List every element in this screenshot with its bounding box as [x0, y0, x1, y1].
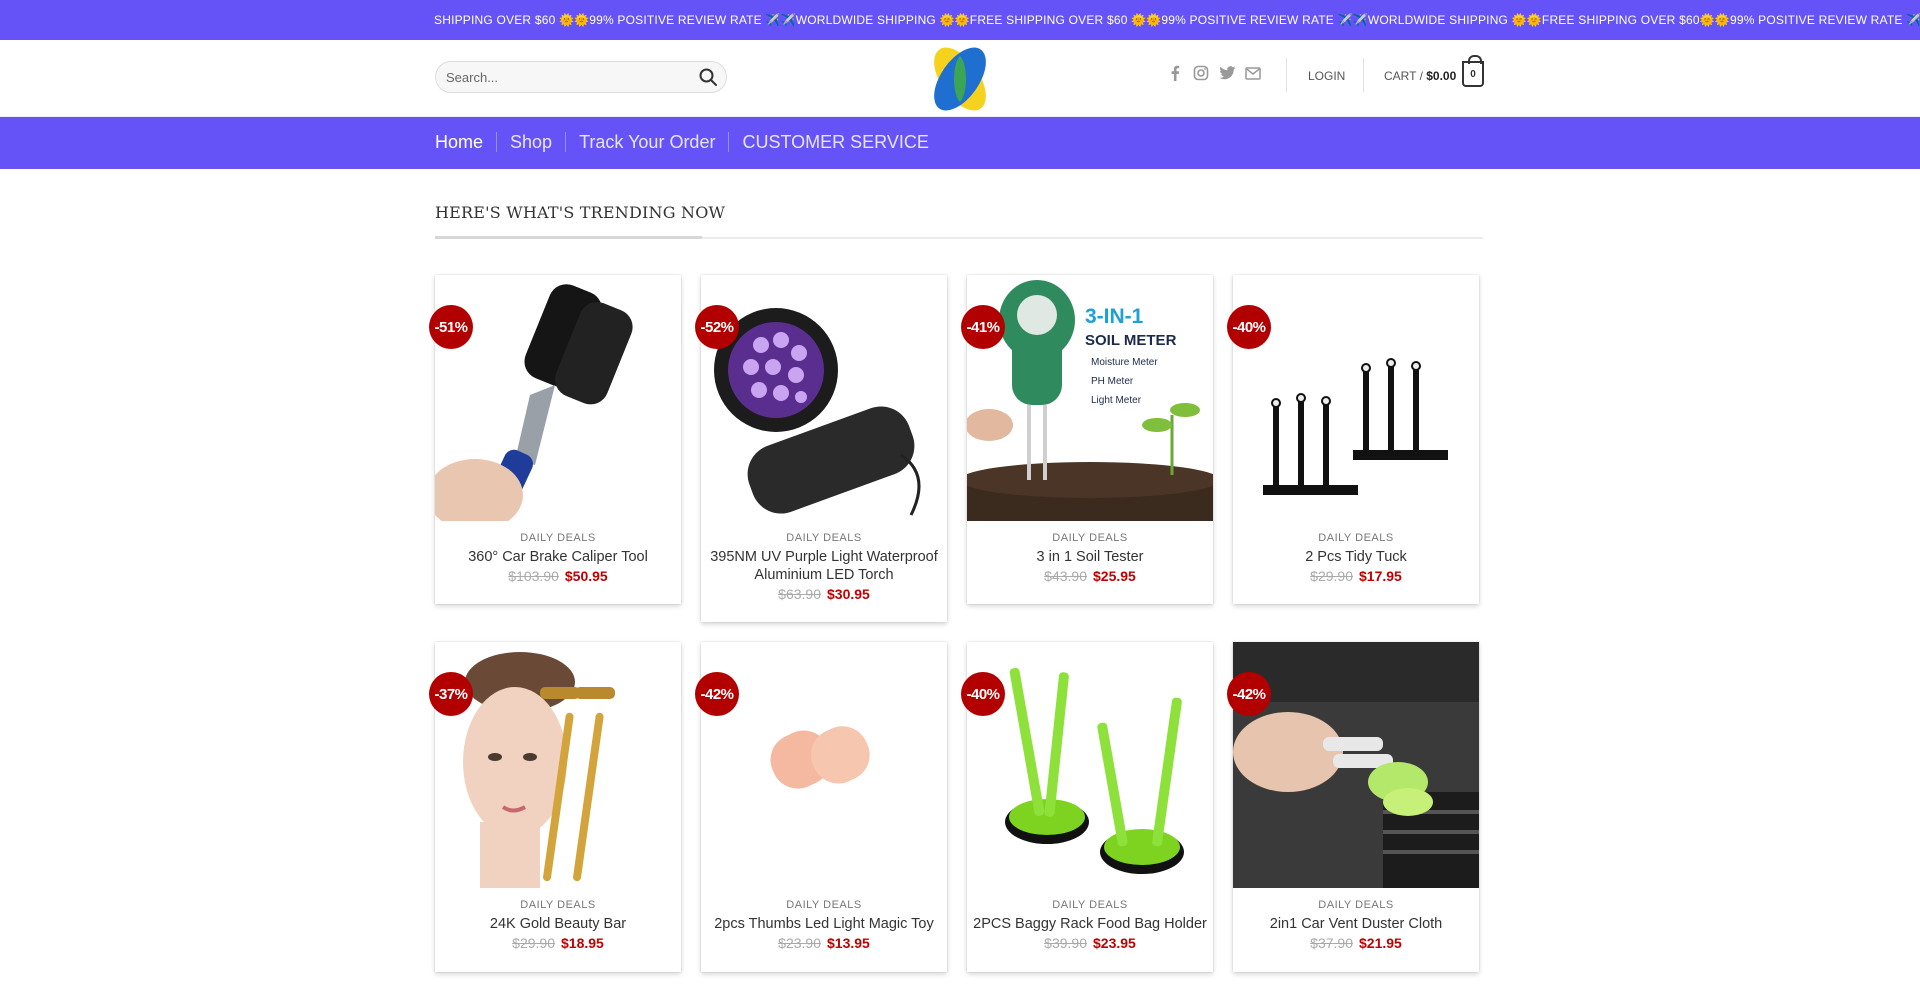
sale-badge: -51%	[429, 305, 473, 349]
product-price: $23.90 $13.95	[701, 935, 947, 951]
product-price: $29.90 $17.95	[1233, 568, 1479, 584]
product-category[interactable]: DAILY DEALS	[435, 899, 681, 911]
product-image[interactable]	[701, 642, 947, 888]
sale-price: $30.95	[827, 586, 870, 602]
product-card[interactable]: -40% DAILY DEALS 2 Pcs Tidy Tuck $29.90 $…	[1227, 275, 1479, 604]
product-card[interactable]: -42% DAILY DEALS 2in1 Car Vent Duster Cl…	[1227, 642, 1479, 972]
facebook-icon[interactable]	[1166, 64, 1184, 82]
section-divider-accent	[435, 236, 702, 239]
search-form	[435, 61, 727, 93]
product-image[interactable]	[967, 642, 1213, 888]
section-title: HERE'S WHAT'S TRENDING NOW	[435, 203, 726, 222]
site-header: LOGIN CART / $0.00 0	[0, 40, 1920, 117]
search-input[interactable]	[446, 62, 686, 92]
product-title[interactable]: 2PCS Baggy Rack Food Bag Holder	[973, 915, 1207, 933]
product-title[interactable]: 2in1 Car Vent Duster Cloth	[1239, 915, 1473, 933]
product-image[interactable]: 3-IN-1 SOIL METER Moisture Meter PH Mete…	[967, 275, 1213, 521]
product-card[interactable]: 3-IN-1 SOIL METER Moisture Meter PH Mete…	[961, 275, 1213, 604]
header-divider	[1286, 58, 1287, 92]
product-price: $29.90 $18.95	[435, 935, 681, 951]
product-category[interactable]: DAILY DEALS	[967, 532, 1213, 544]
nav-item-track-order[interactable]: Track Your Order	[565, 132, 728, 152]
product-card[interactable]: -37% DAILY DEALS 24K Gold Beauty Bar $29…	[429, 642, 681, 972]
site-logo[interactable]	[928, 42, 992, 116]
product-title[interactable]: 360° Car Brake Caliper Tool	[441, 548, 675, 566]
sale-price: $17.95	[1359, 568, 1402, 584]
login-link[interactable]: LOGIN	[1308, 69, 1345, 83]
product-title[interactable]: 395NM UV Purple Light Waterproof Alumini…	[707, 548, 941, 584]
original-price: $29.90	[1310, 568, 1353, 584]
header-divider	[1363, 58, 1364, 92]
search-button[interactable]	[698, 67, 718, 87]
product-image[interactable]	[435, 275, 681, 521]
cart-count-badge[interactable]: 0	[1462, 55, 1484, 87]
sale-price: $18.95	[561, 935, 604, 951]
image-feature: Moisture Meter	[1091, 357, 1158, 368]
sale-price: $50.95	[564, 568, 608, 584]
product-price: $63.90 $30.95	[701, 586, 947, 602]
product-image[interactable]	[701, 275, 947, 521]
product-image[interactable]	[1233, 642, 1479, 888]
product-card[interactable]: -52% DAILY DEALS 395NM UV Purple Light W…	[695, 275, 947, 622]
announcement-bar: SHIPPING OVER $60 🌞🌞99% POSITIVE REVIEW …	[0, 0, 1920, 40]
product-category[interactable]: DAILY DEALS	[967, 899, 1213, 911]
product-category[interactable]: DAILY DEALS	[1233, 899, 1479, 911]
cart-label: CART /	[1384, 69, 1423, 83]
sale-badge: -52%	[695, 305, 739, 349]
sale-badge: -42%	[695, 672, 739, 716]
image-feature: PH Meter	[1091, 376, 1134, 387]
product-category[interactable]: DAILY DEALS	[701, 532, 947, 544]
email-icon[interactable]	[1244, 64, 1262, 82]
sale-price: $13.95	[827, 935, 870, 951]
product-title[interactable]: 2pcs Thumbs Led Light Magic Toy	[707, 915, 941, 933]
announcement-ticker: SHIPPING OVER $60 🌞🌞99% POSITIVE REVIEW …	[434, 13, 1920, 27]
product-category[interactable]: DAILY DEALS	[1233, 532, 1479, 544]
product-card[interactable]: -42% DAILY DEALS 2pcs Thumbs Led Light M…	[695, 642, 947, 972]
product-category[interactable]: DAILY DEALS	[435, 532, 681, 544]
product-category[interactable]: DAILY DEALS	[701, 899, 947, 911]
nav-item-customer-service[interactable]: CUSTOMER SERVICE	[728, 132, 941, 152]
original-price: $39.90	[1044, 935, 1087, 951]
sale-badge: -40%	[961, 672, 1005, 716]
product-title[interactable]: 24K Gold Beauty Bar	[441, 915, 675, 933]
sale-price: $21.95	[1359, 935, 1402, 951]
search-icon	[699, 68, 717, 86]
sale-price: $23.95	[1093, 935, 1136, 951]
sale-badge: -42%	[1227, 672, 1271, 716]
product-title[interactable]: 3 in 1 Soil Tester	[973, 548, 1207, 566]
instagram-icon[interactable]	[1192, 64, 1210, 82]
image-subheadline: SOIL METER	[1085, 332, 1177, 349]
nav-item-home[interactable]: Home	[435, 132, 496, 152]
product-price: $103.90 $50.95	[435, 568, 681, 584]
product-price: $39.90 $23.95	[967, 935, 1213, 951]
image-headline: 3-IN-1	[1085, 305, 1144, 328]
original-price: $63.90	[778, 586, 821, 602]
cart-total: $0.00	[1426, 69, 1457, 83]
sale-price: $25.95	[1093, 568, 1136, 584]
twitter-icon[interactable]	[1218, 64, 1236, 82]
cart-link[interactable]: CART / $0.00	[1384, 69, 1456, 83]
product-image[interactable]	[1233, 275, 1479, 521]
original-price: $43.90	[1044, 568, 1087, 584]
sale-badge: -40%	[1227, 305, 1271, 349]
product-price: $37.90 $21.95	[1233, 935, 1479, 951]
social-links	[1166, 64, 1262, 88]
sale-badge: -37%	[429, 672, 473, 716]
product-price: $43.90 $25.95	[967, 568, 1213, 584]
original-price: $103.90	[508, 568, 559, 584]
nav-item-shop[interactable]: Shop	[496, 132, 565, 152]
original-price: $23.90	[778, 935, 821, 951]
sale-badge: -41%	[961, 305, 1005, 349]
original-price: $29.90	[512, 935, 555, 951]
main-nav: Home Shop Track Your Order CUSTOMER SERV…	[0, 117, 1920, 169]
original-price: $37.90	[1310, 935, 1353, 951]
image-feature: Light Meter	[1091, 395, 1142, 406]
product-image[interactable]	[435, 642, 681, 888]
product-title[interactable]: 2 Pcs Tidy Tuck	[1239, 548, 1473, 566]
product-card[interactable]: -51% DAILY DEALS 360° Car Brake Caliper …	[429, 275, 681, 604]
product-card[interactable]: -40% DAILY DEALS 2PCS Baggy Rack Food Ba…	[961, 642, 1213, 972]
